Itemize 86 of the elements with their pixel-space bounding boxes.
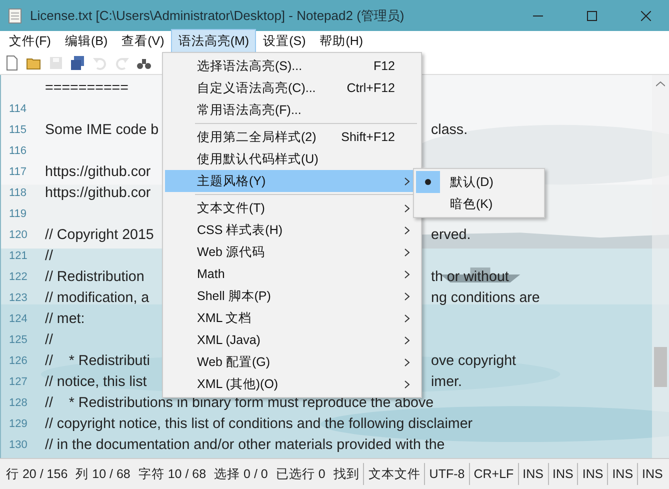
- code-line: ==========: [45, 80, 128, 96]
- save-all-icon[interactable]: [70, 55, 86, 71]
- code-line: imer.: [431, 374, 462, 390]
- menu-option[interactable]: Web 配置(G): [165, 351, 419, 373]
- code-line: // copyright notice, this list of conditions and the following disclaimer: [45, 416, 473, 432]
- menu-option[interactable]: 使用默认代码样式(U): [165, 148, 419, 170]
- code-line: class.: [431, 122, 468, 138]
- status-field: INS: [518, 463, 548, 485]
- menu-option[interactable]: 暗色(K): [416, 193, 542, 215]
- code-line: https://github.cor: [45, 184, 151, 200]
- status-field: 已选行 0: [272, 463, 330, 485]
- code-line: //: [45, 248, 53, 264]
- menu-option[interactable]: 自定义语法高亮(C)... Ctrl+F12: [165, 77, 419, 99]
- code-line: erved.: [431, 226, 471, 242]
- status-field: 列 10 / 68: [72, 463, 134, 485]
- menu-option[interactable]: 选择语法高亮(S)... F12: [165, 55, 419, 77]
- line-number: 124: [8, 312, 28, 324]
- code-line: Some IME code b: [45, 122, 159, 138]
- notepad-icon: [8, 8, 22, 24]
- line-number: 119: [8, 208, 27, 220]
- menu-option[interactable]: CSS 样式表(H): [165, 219, 419, 241]
- line-number: 128: [8, 396, 28, 408]
- line-number: 120: [8, 228, 28, 240]
- status-field: UTF-8: [424, 463, 469, 485]
- code-line: // met:: [45, 310, 85, 326]
- line-number: 126: [8, 354, 28, 366]
- line-number: 123: [8, 292, 28, 304]
- close-icon: [641, 10, 651, 20]
- code-line: // * Redistributions in binary form must reproduce the above: [45, 394, 434, 410]
- code-line: https://github.cor: [45, 164, 151, 180]
- menu-item[interactable]: 文件(F): [2, 29, 58, 54]
- code-line: ove copyright: [431, 352, 516, 368]
- menu-option[interactable]: 默认(D): [416, 171, 542, 193]
- window-title: License.txt [C:\Users\Administrator\Desktop] - Notepad2 (管理员): [30, 6, 406, 24]
- menu-option[interactable]: 使用第二全局样式(2) Shift+F12: [165, 126, 419, 148]
- code-line: th or without: [431, 268, 509, 284]
- line-number: 118: [8, 186, 27, 198]
- line-number: 115: [8, 124, 27, 136]
- line-number: 127: [8, 376, 28, 388]
- status-field: 选择 0 / 0: [210, 463, 272, 485]
- scroll-up-icon[interactable]: [656, 81, 665, 87]
- line-number: 122: [8, 270, 28, 282]
- line-number: 121: [8, 250, 28, 262]
- menu-option[interactable]: XML (其他)(O): [165, 373, 419, 395]
- menu-option[interactable]: XML 文档: [165, 307, 419, 329]
- code-line: ng conditions are: [431, 290, 540, 306]
- line-number: 114: [8, 102, 27, 114]
- line-number: 130: [8, 438, 28, 450]
- menu-item[interactable]: 设置(S): [256, 29, 313, 54]
- code-line: // modification, a: [45, 290, 150, 306]
- menu-item[interactable]: 查看(V): [114, 29, 172, 54]
- status-field: 行 20 / 156: [2, 463, 72, 485]
- status-field: 文本文件: [363, 463, 424, 485]
- status-field: 找到: [329, 463, 364, 485]
- scroll-thumb[interactable]: [654, 347, 667, 387]
- status-field: INS: [607, 463, 638, 485]
- code-line: // Copyright 2015: [45, 226, 154, 242]
- code-line: //: [45, 332, 53, 348]
- menu-option[interactable]: Web 源代码: [165, 241, 419, 263]
- menu-option[interactable]: Shell 脚本(P): [165, 285, 419, 307]
- menu-option[interactable]: Math: [165, 263, 419, 285]
- menu-option[interactable]: XML (Java): [165, 329, 419, 351]
- code-line: // Redistribution: [45, 268, 144, 284]
- code-line: // notice, this list: [45, 374, 147, 390]
- line-number: 116: [8, 144, 27, 156]
- scrollbar[interactable]: [652, 75, 669, 458]
- status-field: INS: [577, 463, 608, 485]
- menu-item[interactable]: 编辑(B): [58, 29, 115, 54]
- line-number: 125: [8, 334, 28, 346]
- menu-item[interactable]: 帮助(H): [312, 29, 370, 54]
- code-line: // in the documentation and/or other materials provided with the: [45, 436, 445, 452]
- shortcut-label: F12: [373, 59, 395, 73]
- line-number: 129: [8, 418, 28, 430]
- menu-item[interactable]: 语法高亮(M): [171, 29, 256, 54]
- status-field: INS: [637, 463, 667, 485]
- status-field: INS: [548, 463, 578, 485]
- status-field: CR+LF: [468, 463, 518, 485]
- maximize-icon: [587, 10, 597, 20]
- line-number: 117: [8, 166, 27, 178]
- code-line: // * Redistributi: [45, 352, 150, 368]
- radio-dot-icon: [425, 179, 431, 185]
- shortcut-label: Shift+F12: [341, 130, 395, 144]
- status-field: 字符 10 / 68: [134, 463, 210, 485]
- shortcut-label: Ctrl+F12: [346, 81, 395, 95]
- menu-option[interactable]: 常用语法高亮(F)...: [165, 99, 419, 121]
- new-file-icon[interactable]: [4, 55, 20, 71]
